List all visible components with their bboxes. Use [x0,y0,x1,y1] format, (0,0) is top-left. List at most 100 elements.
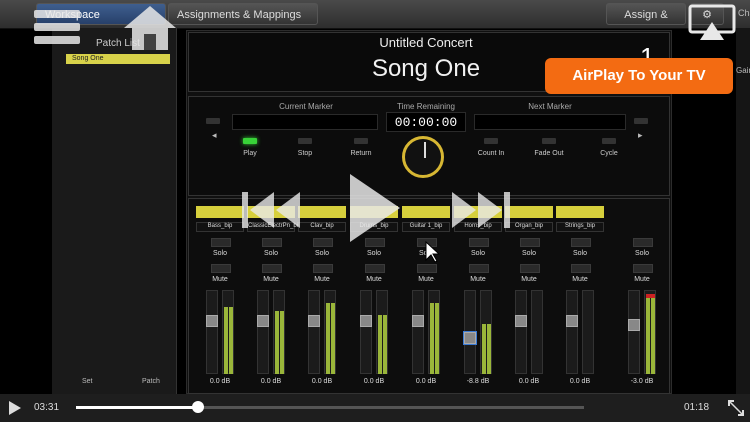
stop-led [298,138,312,144]
solo-button[interactable]: Solo [622,250,662,257]
count-in-led [484,138,498,144]
fader-handle[interactable] [308,315,320,328]
solo-button[interactable]: Solo [509,250,549,257]
mute-button[interactable]: Mute [302,276,342,283]
time-remaining-label: Time Remaining [397,102,455,111]
progress-fill [76,406,198,409]
fader-handle[interactable] [412,315,424,328]
region-bar [298,206,346,218]
meter-bar-right [435,302,439,374]
current-marker-field [232,114,378,130]
channel-db: 0.0 dB [260,378,282,385]
volume-fader[interactable] [566,290,578,374]
mute-led [469,264,489,273]
fade-out-control[interactable]: Fade Out [524,150,574,157]
menu-icon[interactable] [32,6,84,48]
mute-button[interactable]: Mute [509,276,549,283]
count-in-control[interactable]: Count In [466,150,516,157]
fader-handle[interactable] [206,315,218,328]
meter-bar-right [651,294,655,374]
patch-list-item[interactable]: Song One [66,54,170,64]
fader-handle[interactable] [257,315,269,328]
marker-led-left [206,118,220,124]
elapsed-time: 03:31 [34,402,60,413]
fader-handle[interactable] [360,315,372,328]
meter-bar-left [378,315,382,374]
volume-fader[interactable] [206,290,218,374]
volume-fader[interactable] [360,290,372,374]
volume-fader[interactable] [412,290,424,374]
mute-led [571,264,591,273]
mute-button[interactable]: Mute [251,276,291,283]
fader-handle[interactable] [515,315,527,328]
mute-led [633,264,653,273]
channel-db: 0.0 dB [311,378,333,385]
fader-handle[interactable] [566,315,578,328]
current-marker-label: Current Marker [279,102,333,111]
solo-led [211,238,231,247]
region-bar [505,206,553,218]
clip-indicator [646,294,655,299]
airplay-icon[interactable] [688,4,736,42]
assign-map-button[interactable]: Assign & Map [606,3,686,43]
mute-button[interactable]: Mute [354,276,394,283]
rewind-icon[interactable] [240,188,304,232]
fullscreen-icon[interactable] [728,400,744,416]
airplay-badge[interactable]: AirPlay To Your TV [545,58,733,94]
home-icon[interactable] [122,4,178,52]
volume-fader[interactable] [257,290,269,374]
mute-led [365,264,385,273]
next-marker-arrow[interactable]: ▸ [638,130,643,141]
clock-hand [424,142,426,158]
mute-led [211,264,231,273]
channel-db: 0.0 dB [363,378,385,385]
set-label: Set [82,378,93,385]
patch-label: Patch [142,378,160,385]
time-remaining-display: 00:00:00 [386,112,466,132]
meter-bar-right [487,323,491,374]
play-icon[interactable] [346,172,402,244]
meter-bar-left [646,294,650,374]
fader-handle[interactable] [628,319,640,332]
mute-button[interactable]: Mute [622,276,662,283]
mute-button[interactable]: Mute [200,276,240,283]
solo-button[interactable]: Solo [560,250,600,257]
channel-db: 0.0 dB [569,378,591,385]
solo-button[interactable]: Solo [354,250,394,257]
return-control[interactable]: Return [336,150,386,157]
tab-assignments-mappings[interactable]: Assignments & Mappings [168,3,318,25]
fader-handle[interactable] [463,331,477,345]
volume-fader[interactable] [515,290,527,374]
channel-name: Guitar 1_bip [402,222,450,232]
meter-bar-left [326,302,330,374]
channel-db: 0.0 dB [209,378,231,385]
fast-forward-icon[interactable] [448,188,512,232]
marker-led-right [634,118,648,124]
previous-marker-arrow[interactable]: ◂ [212,130,217,141]
player-play-icon[interactable] [8,400,22,416]
progress-knob[interactable] [191,401,204,413]
volume-fader[interactable] [628,290,640,374]
solo-button[interactable]: Solo [302,250,342,257]
volume-fader[interactable] [308,290,320,374]
solo-button[interactable]: Solo [458,250,498,257]
channel-db: -8.8 dB [466,378,490,385]
channel-db: 0.0 dB [518,378,540,385]
channel-db: -3.0 dB [630,378,654,385]
meter-bar-right [280,311,284,374]
play-control[interactable]: Play [225,150,275,157]
level-meter [531,290,543,374]
channel-name: Bass_bip [196,222,244,232]
meter-bar-left [224,306,228,374]
solo-button[interactable]: Solo [200,250,240,257]
cycle-control[interactable]: Cycle [584,150,634,157]
return-led [354,138,368,144]
mute-button[interactable]: Mute [458,276,498,283]
solo-button[interactable]: Solo [251,250,291,257]
region-bar [402,206,450,218]
meter-bar-left [430,302,434,374]
mute-button[interactable]: Mute [560,276,600,283]
stop-control[interactable]: Stop [280,150,330,157]
mute-button[interactable]: Mute [406,276,446,283]
channel-name: Organ_bip [505,222,553,232]
